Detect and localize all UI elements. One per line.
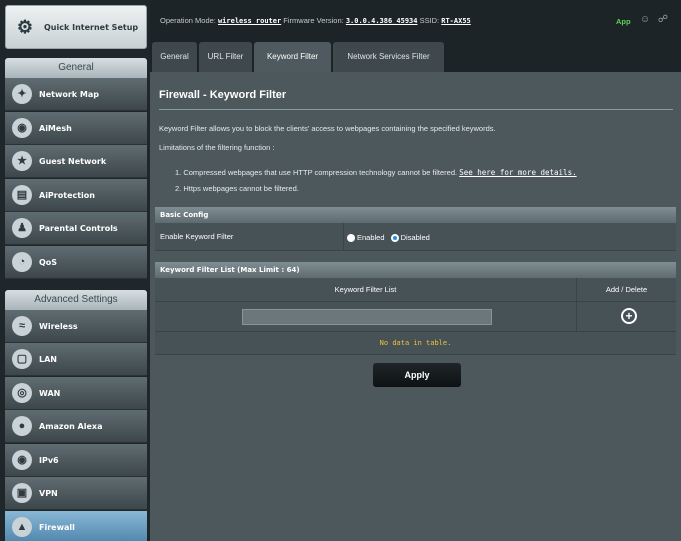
row-divider [343, 223, 344, 250]
main-panel: Firewall - Keyword Filter Keyword Filter… [150, 72, 681, 541]
quick-internet-setup-button[interactable]: ⚙ Quick Internet Setup [5, 5, 147, 49]
sidebar-item-label: QoS [39, 257, 58, 267]
title-divider [159, 109, 673, 110]
keyword-table-header-row: Keyword Filter List Add / Delete [155, 278, 676, 302]
sidebar-item-vpn[interactable]: ▣ VPN [5, 477, 147, 510]
aiprotection-icon: ▤ [12, 185, 32, 205]
sidebar-item-label: Parental Controls [39, 223, 118, 233]
sidebar-item-label: Wireless [39, 321, 78, 331]
sidebar-item-label: Firewall [39, 522, 75, 532]
status-info: Operation Mode: wireless router Firmware… [160, 16, 471, 25]
apply-button[interactable]: Apply [373, 363, 461, 387]
keyword-input[interactable] [242, 309, 492, 325]
firmware-link[interactable]: 3.0.0.4.386_45934 [346, 17, 418, 25]
wireless-icon: ≈ [12, 316, 32, 336]
sidebar-item-label: LAN [39, 354, 57, 364]
sidebar-item-lan[interactable]: ▢ LAN [5, 343, 147, 376]
sidebar-item-label: Network Map [39, 89, 99, 99]
tab-keyword-filter[interactable]: Keyword Filter [254, 42, 331, 72]
column-add-delete: Add / Delete [605, 285, 648, 294]
ssid-link[interactable]: RT-AX55 [441, 17, 471, 25]
network-map-icon: ✦ [12, 84, 32, 104]
keyword-list-header: Keyword Filter List (Max Limit : 64) [155, 262, 676, 278]
sidebar-item-amazon-alexa[interactable]: ● Amazon Alexa [5, 410, 147, 443]
sidebar-item-ipv6[interactable]: ◉ IPv6 [5, 444, 147, 477]
description-text: Keyword Filter allows you to block the c… [159, 124, 496, 133]
sidebar-item-aimesh[interactable]: ◉ AiMesh [5, 112, 147, 145]
enable-keyword-filter-label: Enable Keyword Filter [160, 232, 234, 241]
sidebar-item-aiprotection[interactable]: ▤ AiProtection [5, 179, 147, 212]
keyword-entry-row: + [155, 302, 676, 332]
lan-icon: ▢ [12, 349, 32, 369]
sidebar-item-label: IPv6 [39, 455, 59, 465]
limitation-1: 1. Compressed webpages that use HTTP com… [175, 168, 577, 177]
general-section-header: General [5, 58, 147, 78]
see-here-link[interactable]: See here for more details. [459, 168, 576, 177]
sidebar-item-label: AiMesh [39, 123, 72, 133]
page-title: Firewall - Keyword Filter [159, 89, 287, 101]
firewall-icon: ▲ [12, 517, 32, 537]
sidebar-item-label: AiProtection [39, 190, 95, 200]
top-status-bar: Operation Mode: wireless router Firmware… [150, 0, 681, 40]
no-data-row: No data in table. [155, 332, 676, 355]
sidebar-item-label: VPN [39, 488, 58, 498]
aimesh-icon: ◉ [12, 118, 32, 138]
sidebar-item-network-map[interactable]: ✦ Network Map [5, 78, 147, 111]
limitations-label: Limitations of the filtering function : [159, 143, 275, 152]
sidebar: ⚙ Quick Internet Setup General ✦ Network… [0, 0, 150, 541]
sidebar-item-wan[interactable]: ◎ WAN [5, 377, 147, 410]
column-divider [576, 302, 577, 331]
sidebar-item-wireless[interactable]: ≈ Wireless [5, 310, 147, 343]
limitation-2: 2. Https webpages cannot be filtered. [175, 184, 299, 193]
sidebar-item-label: Amazon Alexa [39, 421, 103, 431]
sidebar-item-firewall[interactable]: ▲ Firewall [5, 511, 147, 541]
app-link[interactable]: App [616, 17, 631, 26]
qos-icon: ◔ [12, 252, 32, 272]
usb-icon[interactable]: ☍ [657, 14, 669, 26]
tab-general[interactable]: General [152, 42, 197, 72]
sidebar-item-parental-controls[interactable]: ♟ Parental Controls [5, 212, 147, 245]
parental-controls-icon: ♟ [12, 218, 32, 238]
enable-radio-group: Enabled Disabled [347, 233, 430, 243]
wan-icon: ◎ [12, 383, 32, 403]
column-keyword-list: Keyword Filter List [334, 285, 397, 294]
basic-config-header: Basic Config [155, 207, 676, 223]
sidebar-item-qos[interactable]: ◔ QoS [5, 246, 147, 279]
enabled-radio[interactable] [347, 234, 355, 243]
add-keyword-icon[interactable]: + [621, 308, 637, 324]
guest-network-icon: ★ [12, 151, 32, 171]
sidebar-item-label: WAN [39, 388, 61, 398]
quick-setup-label: Quick Internet Setup [44, 22, 139, 32]
operation-mode-link[interactable]: wireless router [218, 17, 281, 25]
tab-url-filter[interactable]: URL Filter [199, 42, 252, 72]
ipv6-icon: ◉ [12, 450, 32, 470]
advanced-section-header: Advanced Settings [5, 290, 147, 310]
vpn-icon: ▣ [12, 483, 32, 503]
disabled-radio[interactable] [390, 234, 399, 243]
alexa-icon: ● [12, 416, 32, 436]
enable-keyword-filter-row: Enable Keyword Filter Enabled Disabled [155, 223, 676, 251]
quick-setup-icon: ⚙ [16, 17, 34, 37]
tab-network-services-filter[interactable]: Network Services Filter [333, 42, 444, 72]
sidebar-item-guest-network[interactable]: ★ Guest Network [5, 145, 147, 178]
sidebar-item-label: Guest Network [39, 156, 107, 166]
user-icon[interactable]: ☺ [639, 14, 651, 26]
no-data-message: No data in table. [379, 339, 452, 347]
